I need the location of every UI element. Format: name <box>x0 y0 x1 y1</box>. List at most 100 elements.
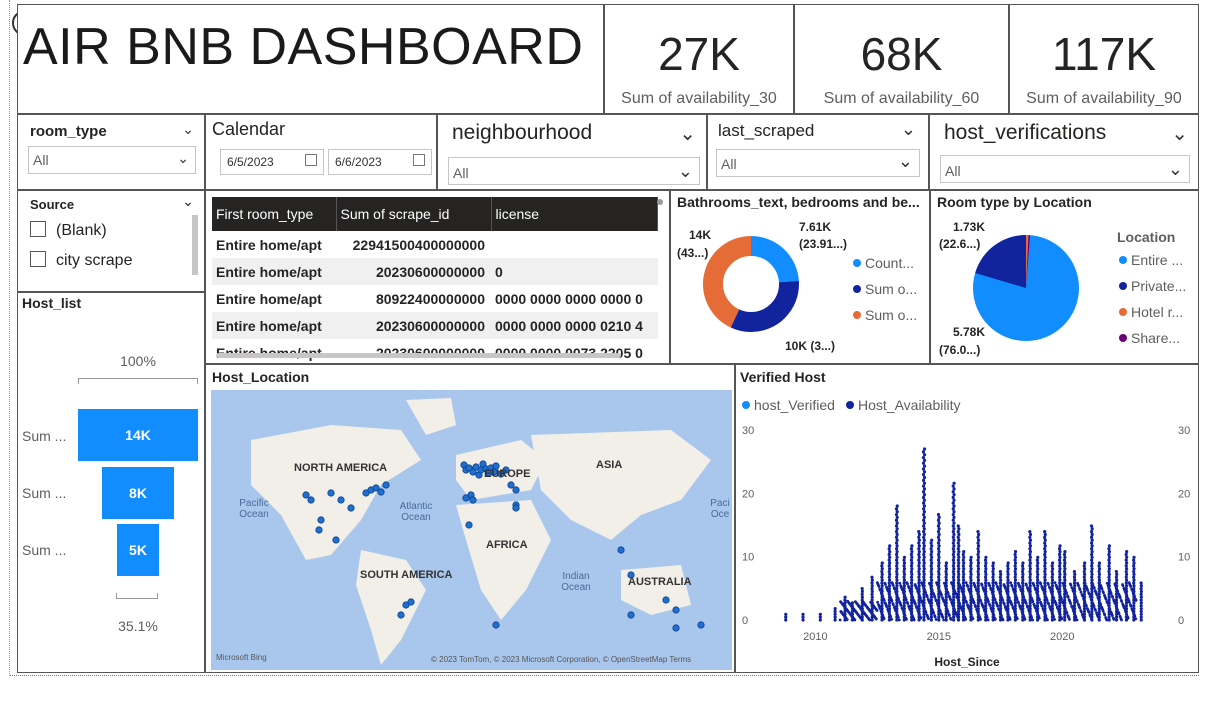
verified-host-scatter[interactable]: 30 3020 2010 100 02010 2015 2020 <box>736 420 1198 670</box>
column-header[interactable]: Sum of scrape_id <box>336 197 492 231</box>
funnel-bar[interactable]: 8K <box>102 467 174 519</box>
scatter-point <box>947 594 951 598</box>
ocean-label: Indian Ocean <box>561 571 591 593</box>
scatter-point <box>1028 581 1032 585</box>
scatter-point <box>1124 552 1128 557</box>
scatter-point <box>1127 581 1131 585</box>
scatter-point <box>951 518 955 522</box>
donut-chart[interactable] <box>701 229 801 339</box>
scatter-point <box>1107 561 1111 565</box>
scatter-point <box>1043 567 1047 571</box>
chevron-down-icon[interactable]: ⌄ <box>182 193 194 210</box>
scatter-point <box>993 616 997 620</box>
scatter-point <box>1013 564 1017 568</box>
scatter-point <box>1139 598 1143 602</box>
scatter-point <box>931 592 935 595</box>
scatter-point <box>960 607 964 611</box>
funnel-bar[interactable]: 5K <box>116 524 160 576</box>
checkbox[interactable] <box>30 251 46 267</box>
chevron-up-icon[interactable]: ⌄ <box>182 121 194 138</box>
pie-chart[interactable] <box>971 233 1081 343</box>
scatter-point <box>909 564 914 568</box>
world-map[interactable] <box>211 390 732 670</box>
last-scraped-dropdown[interactable]: All ⌄ <box>716 149 920 177</box>
scatter-point <box>951 535 955 539</box>
scatter-point <box>1009 581 1013 585</box>
scatter-point <box>1043 572 1047 576</box>
vertical-scrollbar[interactable] <box>657 199 663 205</box>
scatter-point <box>922 527 926 531</box>
neighbourhood-dropdown[interactable]: All ⌄ <box>448 157 700 185</box>
scatter-point <box>1126 615 1130 619</box>
scatter-point <box>922 487 927 491</box>
calendar-icon[interactable] <box>413 154 425 166</box>
scatter-point <box>952 532 956 537</box>
scatter-point <box>957 601 961 605</box>
legend-item[interactable]: Sum o... <box>853 307 917 323</box>
scatter-point <box>1090 541 1094 545</box>
scrollbar[interactable] <box>192 215 198 275</box>
chevron-up-icon[interactable]: ⌄ <box>901 119 916 140</box>
scatter-point <box>1103 593 1106 597</box>
scatter-point <box>1111 616 1115 620</box>
column-header[interactable]: First room_type <box>212 197 337 231</box>
scatter-point <box>910 561 914 565</box>
room-type-dropdown[interactable]: All ⌄ <box>28 146 196 174</box>
scatter-point <box>801 612 805 616</box>
scatter-point <box>917 567 921 571</box>
checkbox[interactable] <box>30 221 46 237</box>
chevron-up-icon[interactable]: ⌄ <box>1171 121 1188 146</box>
legend-item[interactable]: host_Verified <box>742 397 835 413</box>
scatter-point <box>801 618 805 622</box>
scatter-point <box>950 600 954 604</box>
ocean-label: Atlantic Ocean <box>399 501 433 523</box>
scatter-point <box>999 584 1003 588</box>
table-cell <box>491 231 658 258</box>
legend-item[interactable]: Private... <box>1119 278 1186 294</box>
scatter-point <box>1097 567 1102 571</box>
start-date-input[interactable]: 6/5/2023 <box>220 149 324 175</box>
chevron-up-icon[interactable]: ⌄ <box>679 121 696 146</box>
table-row[interactable]: Entire home/apt202306000000000000 0000 0… <box>212 312 658 339</box>
end-date-input[interactable]: 6/6/2023 <box>328 149 432 175</box>
host-verifications-dropdown[interactable]: All ⌄ <box>940 155 1190 183</box>
scatter-point <box>917 593 921 597</box>
table-row[interactable]: Entire home/apt202306000000000000 0000 0… <box>212 339 658 363</box>
legend-item[interactable]: Sum o... <box>853 281 917 297</box>
table-row[interactable]: Entire home/apt 20230600000000 0 <box>212 258 658 285</box>
scatter-point <box>1097 617 1101 621</box>
source-item-blank[interactable]: (Blank) <box>30 221 107 240</box>
scatter-point <box>935 582 939 586</box>
scatter-point <box>961 569 965 574</box>
calendar-icon[interactable] <box>305 154 317 166</box>
scatter-point <box>917 544 921 548</box>
funnel-bar[interactable]: 14K <box>78 409 198 461</box>
scatter-point <box>1107 567 1111 571</box>
scatter-point <box>957 555 961 559</box>
map-point <box>627 611 635 619</box>
scatter-point <box>1114 618 1119 622</box>
legend-item[interactable]: Host_Availability <box>846 397 960 413</box>
scatter-point <box>1063 578 1067 582</box>
scatter-point <box>957 527 961 531</box>
scatter-point <box>886 607 890 611</box>
legend-item[interactable]: Hotel r... <box>1119 304 1183 320</box>
legend-item[interactable]: Count... <box>853 255 914 271</box>
table-row[interactable]: Entire home/apt 22941500400000000 <box>212 231 658 258</box>
scatter-point <box>976 530 980 534</box>
scatter-point <box>1106 584 1110 588</box>
chart-title: Room type by Location <box>937 194 1092 210</box>
scatter-point <box>937 567 941 571</box>
column-header[interactable]: license <box>491 197 658 231</box>
scatter-point <box>917 569 921 574</box>
continent-label: ASIA <box>596 459 623 471</box>
scatter-point <box>929 575 933 579</box>
scatter-point <box>922 615 926 619</box>
horizontal-scrollbar[interactable] <box>216 353 621 358</box>
table-row[interactable]: Entire home/apt 80922400000000 0000 0000 0… <box>212 285 658 312</box>
legend-item[interactable]: Entire ... <box>1119 252 1183 268</box>
x-tick-label: 2020 <box>1050 631 1074 643</box>
source-item-city-scrape[interactable]: city scrape <box>30 251 132 270</box>
legend-item[interactable]: Share... <box>1119 330 1180 346</box>
scatter-point <box>1035 575 1040 579</box>
